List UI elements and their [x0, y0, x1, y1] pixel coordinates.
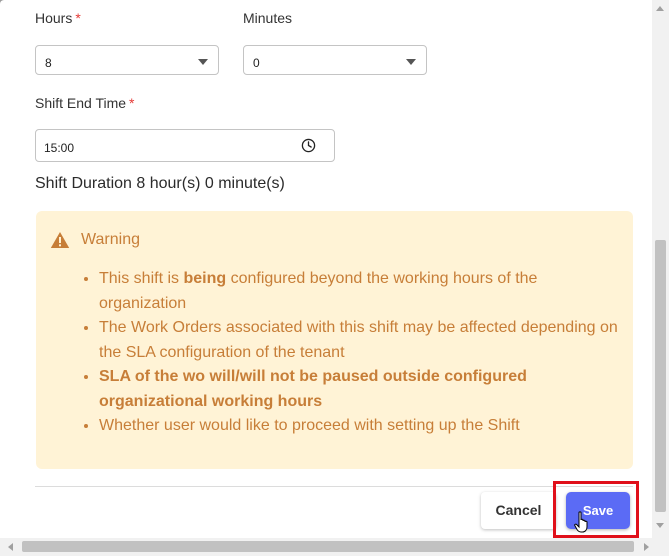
minutes-label: Minutes — [243, 10, 293, 26]
dropdown-arrow-icon — [406, 59, 416, 65]
warning-triangle-icon — [50, 232, 70, 248]
shift-end-time-input[interactable]: 15:00 — [35, 129, 335, 162]
shift-dialog: Hours * Minutes 8 0 Shift End Time * 15:00… — [0, 0, 652, 538]
footer-divider — [35, 486, 633, 487]
minutes-value: 0 — [253, 56, 260, 70]
horizontal-scroll-thumb[interactable] — [22, 541, 634, 552]
hand-pointer-icon — [574, 511, 588, 533]
scroll-left-arrow-icon[interactable] — [8, 543, 13, 551]
dropdown-arrow-icon — [198, 59, 208, 65]
shift-duration-text: Shift Duration 8 hour(s) 0 minute(s) — [35, 175, 285, 192]
hours-select[interactable]: 8 — [35, 45, 219, 75]
horizontal-scrollbar[interactable] — [0, 538, 669, 556]
warning-item: This shift is being configured beyond th… — [99, 267, 619, 316]
clock-icon[interactable] — [301, 138, 316, 153]
scroll-down-arrow-icon[interactable] — [656, 523, 664, 528]
cancel-button[interactable]: Cancel — [481, 492, 556, 529]
required-mark: * — [75, 10, 81, 26]
warning-item: SLA of the wo will/will not be paused ou… — [99, 365, 619, 414]
required-mark: * — [129, 95, 135, 111]
shift-end-time-value: 15:00 — [44, 141, 75, 155]
warning-box: Warning This shift is being configured b… — [36, 211, 633, 469]
scroll-right-arrow-icon[interactable] — [644, 543, 649, 551]
warning-item: Whether user would like to proceed with … — [99, 414, 619, 439]
hours-label: Hours * — [35, 10, 81, 26]
vertical-scrollbar[interactable] — [652, 0, 669, 538]
vertical-scroll-thumb[interactable] — [655, 240, 666, 512]
warning-item: The Work Orders associated with this shi… — [99, 316, 619, 365]
warning-title: Warning — [81, 231, 140, 248]
scroll-up-arrow-icon[interactable] — [656, 6, 664, 11]
shift-end-time-label: Shift End Time * — [35, 95, 135, 111]
minutes-select[interactable]: 0 — [243, 45, 427, 75]
warning-list: This shift is being configured beyond th… — [79, 267, 619, 439]
hours-value: 8 — [45, 56, 52, 70]
